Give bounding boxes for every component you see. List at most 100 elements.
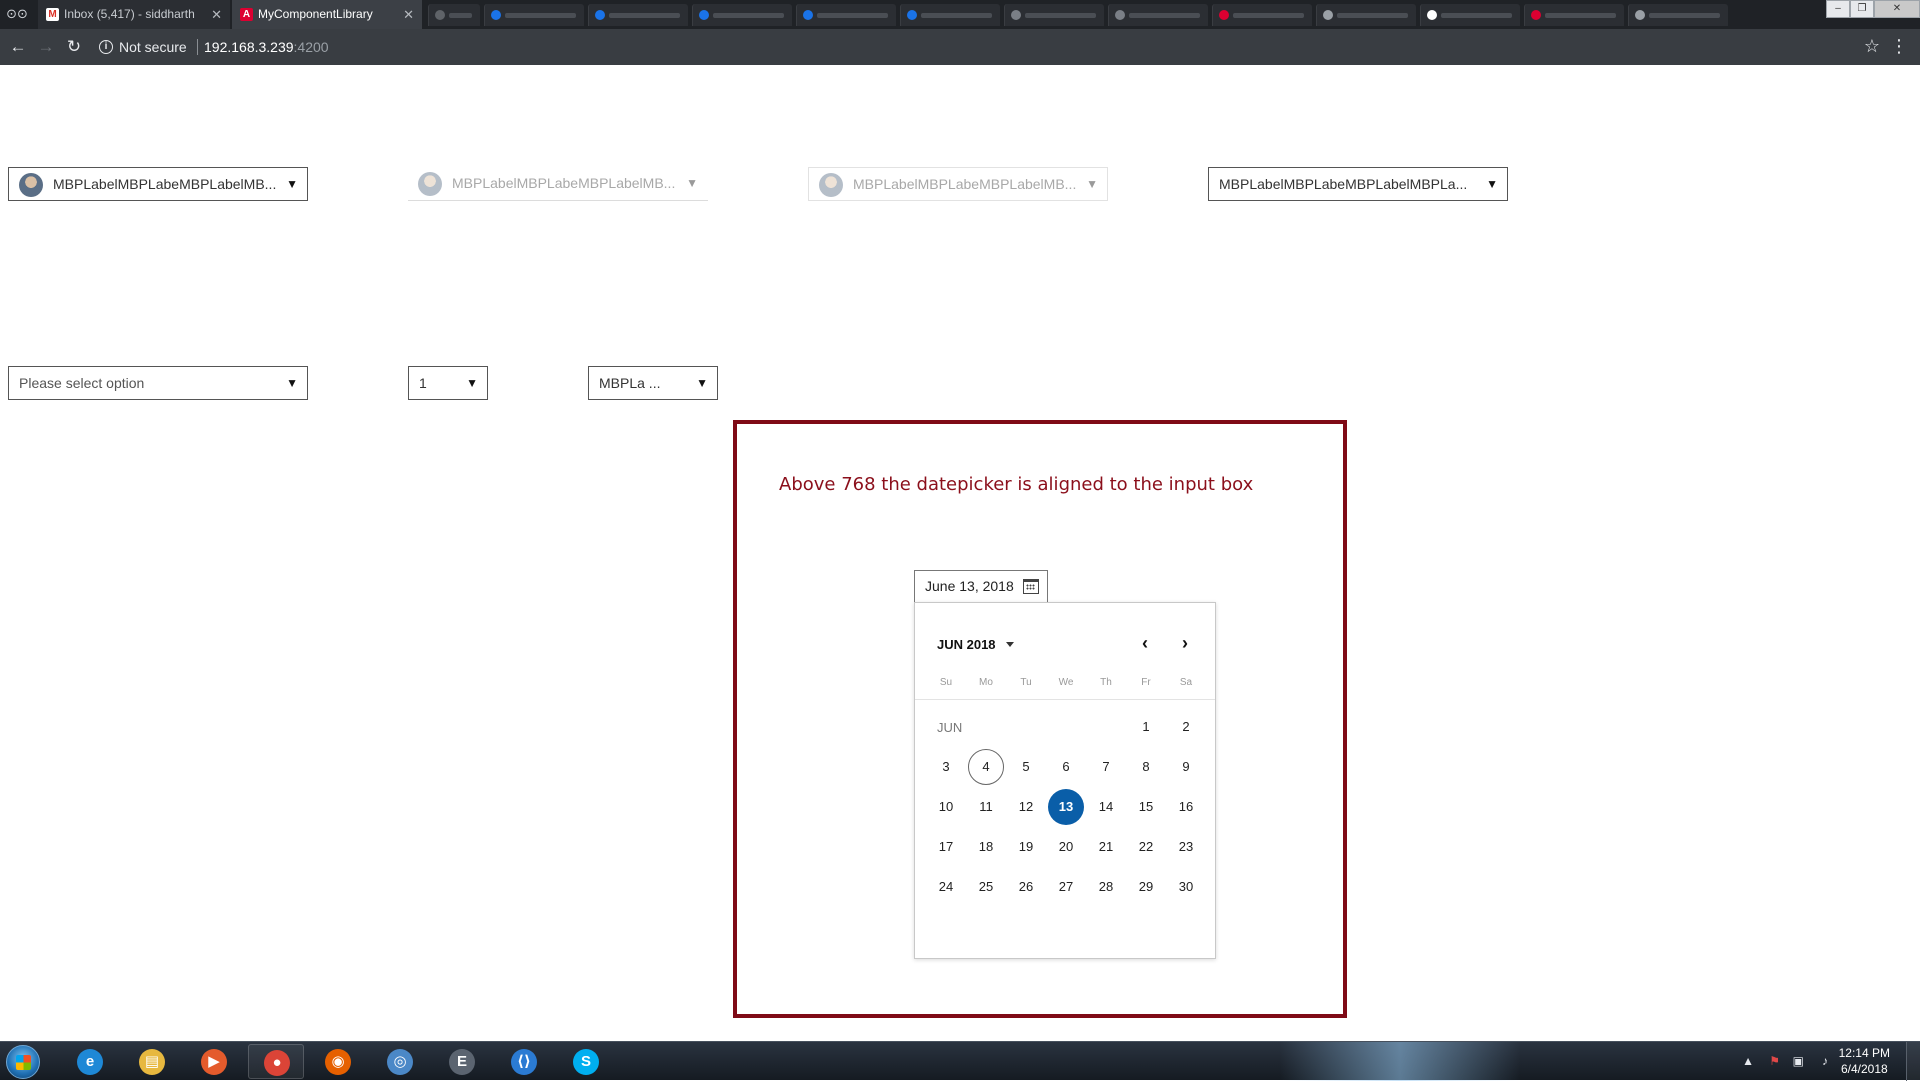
browser-toolbar: ← → ↻ i Not secure 192.168.3.239:4200 ☆ … [0, 29, 1920, 65]
clock-date: 6/4/2018 [1840, 1062, 1888, 1076]
tab-close-icon[interactable]: ✕ [403, 0, 414, 29]
day-cell[interactable]: 29 [1128, 869, 1164, 905]
taskbar-app-network[interactable]: ◎ [372, 1044, 428, 1079]
background-tab[interactable] [1004, 4, 1104, 26]
day-cell[interactable]: 28 [1088, 869, 1124, 905]
back-icon[interactable]: ← [8, 37, 28, 57]
volume-icon[interactable]: ♪ [1822, 1054, 1828, 1068]
day-cell[interactable]: 18 [968, 829, 1004, 865]
day-cell[interactable]: 9 [1168, 749, 1204, 785]
network-tray-icon[interactable]: ▣ [1793, 1054, 1804, 1068]
close-window-icon[interactable]: ✕ [1874, 0, 1920, 18]
day-cell[interactable]: 12 [1008, 789, 1044, 825]
taskbar-app-chrome[interactable]: ● [248, 1044, 304, 1079]
dropdown-label: MBPLabelMBPLabeMBPLabelMB... [452, 175, 676, 191]
day-cell[interactable]: 1 [1128, 709, 1164, 745]
day-cell[interactable]: 20 [1048, 829, 1084, 865]
month-dropdown-caret-icon[interactable] [1006, 642, 1014, 647]
tab-favicon-icon [435, 10, 445, 20]
background-tab[interactable] [1108, 4, 1208, 26]
day-cell[interactable]: 26 [1008, 869, 1044, 905]
weekday-th: Th [1100, 677, 1112, 688]
day-cell[interactable]: 23 [1168, 829, 1204, 865]
dropdown-plain[interactable]: MBPLabelMBPLabeMBPLabelMBPLa... ▼ [1208, 167, 1508, 201]
background-tab[interactable] [1524, 4, 1624, 26]
day-cell[interactable]: 21 [1088, 829, 1124, 865]
day-cell[interactable]: 30 [1168, 869, 1204, 905]
background-tab[interactable] [692, 4, 792, 26]
day-cell[interactable]: 3 [928, 749, 964, 785]
taskbar-app-skype[interactable]: S [558, 1044, 614, 1079]
action-center-flag-icon[interactable]: ⚑ [1769, 1054, 1780, 1068]
date-input[interactable]: June 13, 2018 [914, 570, 1048, 603]
weekday-header: Su Mo Tu We Th Fr Sa [926, 677, 1206, 691]
browser-menu-icon[interactable]: ⋮ [1890, 36, 1908, 57]
day-cell[interactable]: 8 [1128, 749, 1164, 785]
background-tab[interactable] [1628, 4, 1728, 26]
dropdown-disabled-underline[interactable]: MBPLabelMBPLabeMBPLabelMB... ▼ [408, 167, 708, 201]
previous-month-icon[interactable]: ‹ [1133, 631, 1157, 655]
day-cell[interactable]: 25 [968, 869, 1004, 905]
day-cell[interactable]: 14 [1088, 789, 1124, 825]
background-tab[interactable] [1316, 4, 1416, 26]
background-tab[interactable] [484, 4, 584, 26]
tab-mycomponentlibrary[interactable]: A MyComponentLibrary ✕ [232, 0, 422, 29]
day-cell[interactable]: 2 [1168, 709, 1204, 745]
minimize-icon[interactable]: – [1826, 0, 1850, 18]
day-cell[interactable]: 19 [1008, 829, 1044, 865]
day-cell[interactable]: 6 [1048, 749, 1084, 785]
tray-expand-icon[interactable]: ▲ [1742, 1054, 1754, 1068]
site-info-icon[interactable]: i [99, 40, 113, 54]
day-cell[interactable]: 16 [1168, 789, 1204, 825]
taskbar-app-internet-explorer[interactable]: e [62, 1044, 118, 1079]
dropdown-select-option[interactable]: Please select option ▼ [8, 366, 308, 400]
background-tab[interactable] [1212, 4, 1312, 26]
background-tab[interactable] [900, 4, 1000, 26]
skype-icon: S [573, 1049, 599, 1075]
system-clock[interactable]: 12:14 PM 6/4/2018 [1839, 1045, 1890, 1077]
calendar-icon[interactable] [1023, 579, 1039, 594]
reload-icon[interactable]: ↻ [64, 37, 84, 57]
background-tab[interactable] [1420, 4, 1520, 26]
dropdown-number[interactable]: 1 ▼ [408, 366, 488, 400]
windows-taskbar: e ▤ ▶ ● ◉ ◎ E ⟨⟩ S ▲ ⚑ ▣ ♪ 12:14 PM 6/4/2018 [0, 1041, 1920, 1081]
maximize-icon[interactable]: ❐ [1850, 0, 1874, 18]
security-label[interactable]: Not secure [119, 39, 187, 55]
day-cell[interactable]: 17 [928, 829, 964, 865]
month-year-selector[interactable]: JUN 2018 [937, 637, 996, 652]
caret-down-icon: ▼ [286, 376, 298, 390]
background-tab[interactable] [428, 4, 480, 26]
dropdown-disabled[interactable]: MBPLabelMBPLabeMBPLabelMB... ▼ [808, 167, 1108, 201]
taskbar-app-firefox[interactable]: ◉ [310, 1044, 366, 1079]
taskbar-app-media-player[interactable]: ▶ [186, 1044, 242, 1079]
address-bar[interactable]: 192.168.3.239:4200 [204, 39, 329, 55]
day-cell[interactable]: 7 [1088, 749, 1124, 785]
taskbar-app-editor[interactable]: E [434, 1044, 490, 1079]
forward-icon[interactable]: → [36, 37, 56, 57]
demo-caption: Above 768 the datepicker is aligned to t… [779, 474, 1254, 495]
day-cell[interactable]: 10 [928, 789, 964, 825]
dropdown-with-avatar[interactable]: MBPLabelMBPLabeMBPLabelMB... ▼ [8, 167, 308, 201]
tab-inbox[interactable]: M Inbox (5,417) - siddharth ✕ [38, 0, 230, 29]
taskbar-app-file-explorer[interactable]: ▤ [124, 1044, 180, 1079]
show-desktop-button[interactable] [1906, 1042, 1920, 1081]
background-tab[interactable] [796, 4, 896, 26]
dropdown-short[interactable]: MBPLa ... ▼ [588, 366, 718, 400]
taskbar-app-vscode[interactable]: ⟨⟩ [496, 1044, 552, 1079]
day-cell[interactable]: 5 [1008, 749, 1044, 785]
bookmark-star-icon[interactable]: ☆ [1864, 36, 1880, 57]
day-cell[interactable]: 11 [968, 789, 1004, 825]
day-cell-today[interactable]: 4 [968, 749, 1004, 785]
day-cell-selected[interactable]: 13 [1048, 789, 1084, 825]
tab-close-icon[interactable]: ✕ [211, 0, 222, 29]
day-cell[interactable]: 22 [1128, 829, 1164, 865]
start-button[interactable] [6, 1045, 40, 1079]
tab-search-icon[interactable]: ⊙⊙ [4, 5, 30, 23]
network-icon: ◎ [387, 1049, 413, 1075]
dropdown-label: 1 [419, 375, 427, 391]
next-month-icon[interactable]: › [1173, 631, 1197, 655]
background-tab[interactable] [588, 4, 688, 26]
day-cell[interactable]: 24 [928, 869, 964, 905]
day-cell[interactable]: 27 [1048, 869, 1084, 905]
day-cell[interactable]: 15 [1128, 789, 1164, 825]
